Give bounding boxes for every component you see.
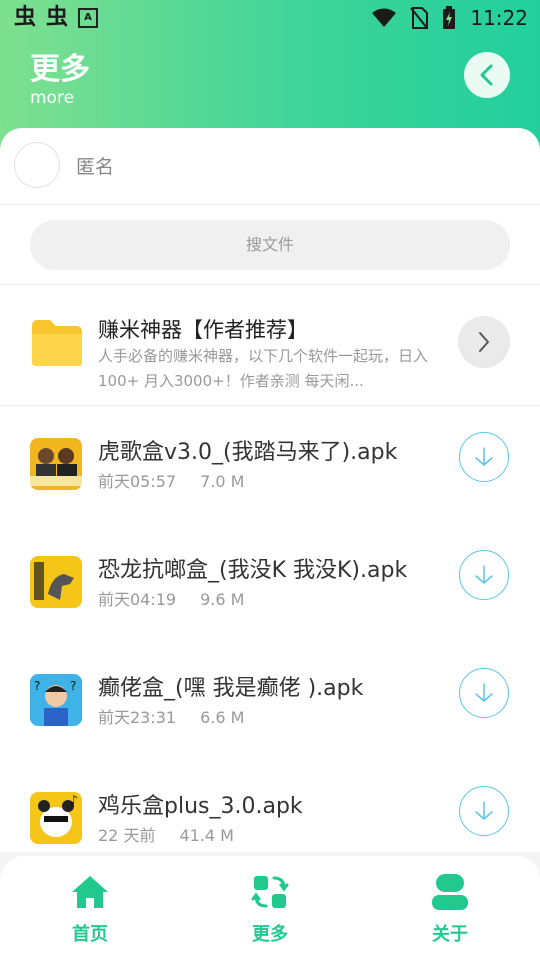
status-bar: 虫 虫 A 11:22: [0, 0, 540, 36]
file-size: 6.6 M: [200, 708, 245, 727]
tab-home[interactable]: 首页: [30, 856, 150, 960]
search-input[interactable]: 搜文件: [30, 220, 510, 270]
promo-title: 赚米神器【作者推荐】: [98, 318, 308, 342]
divider: [0, 405, 540, 406]
promo-open-button[interactable]: [458, 316, 510, 368]
status-time: 11:22: [470, 6, 528, 30]
content-card: 匿名 搜文件 赚米神器【作者推荐】 人手必备的赚米神器，以下几个软件一起玩，日入…: [0, 128, 540, 928]
file-meta: 前天23:31 6.6 M: [98, 704, 244, 728]
page-title: 更多: [30, 52, 90, 87]
file-size: 7.0 M: [200, 472, 245, 491]
app-thumbnail-icon: ♪: [30, 792, 82, 844]
file-meta: 前天04:19 9.6 M: [98, 586, 244, 610]
tab-label: 关于: [432, 924, 468, 945]
home-icon: [72, 876, 108, 908]
tab-label: 更多: [252, 924, 288, 945]
file-item[interactable]: 恐龙抗啷盒_(我没K 我没K).apk 前天04:19 9.6 M: [0, 550, 540, 670]
file-name: 恐龙抗啷盒_(我没K 我没K).apk: [98, 558, 408, 583]
username: 匿名: [76, 156, 115, 178]
user-row[interactable]: 匿名: [0, 128, 540, 205]
no-sim-icon: [410, 7, 429, 29]
a-badge-icon: A: [78, 8, 99, 28]
download-button[interactable]: [459, 432, 509, 482]
back-button[interactable]: [464, 52, 510, 98]
app-notification-icon: 虫: [14, 5, 37, 30]
file-name: 鸡乐盒plus_3.0.apk: [98, 794, 303, 819]
app-thumbnail-icon: [30, 438, 82, 490]
file-item[interactable]: 虎歌盒v3.0_(我踏马来了).apk 前天05:57 7.0 M: [0, 432, 540, 552]
svg-text:?: ?: [70, 679, 76, 693]
file-time: 前天05:57: [98, 472, 177, 491]
file-time: 前天23:31: [98, 708, 177, 727]
download-icon: [475, 565, 493, 584]
svg-text:?: ?: [34, 679, 40, 693]
app-notification-icon: 虫: [46, 5, 69, 30]
file-time: 22 天前: [98, 826, 156, 845]
promo-description: 人手必备的赚米神器，以下几个软件一起玩，日入100+ 月入3000+！作者亲测 …: [98, 347, 429, 390]
divider: [0, 284, 540, 285]
download-button[interactable]: [459, 668, 509, 718]
file-size: 9.6 M: [200, 590, 245, 609]
download-button[interactable]: [459, 550, 509, 600]
app-thumbnail-icon: [30, 556, 82, 608]
file-name: 虎歌盒v3.0_(我踏马来了).apk: [98, 440, 398, 465]
person-icon: [432, 874, 468, 910]
bottom-tab-bar: 首页 更多 关于: [0, 856, 540, 960]
page-subtitle: more: [30, 88, 75, 108]
file-name: 癫佬盒_(嘿 我是癫佬 ).apk: [98, 676, 364, 701]
chevron-right-icon: [479, 332, 489, 352]
file-meta: 前天05:57 7.0 M: [98, 468, 244, 492]
download-icon: [475, 801, 493, 820]
tab-more[interactable]: 更多: [210, 856, 330, 960]
refresh-grid-icon: [251, 876, 289, 908]
svg-text:♪: ♪: [70, 793, 78, 807]
file-meta: 22 天前 41.4 M: [98, 822, 234, 846]
folder-icon: [32, 320, 82, 366]
avatar[interactable]: [14, 142, 60, 188]
download-icon: [475, 447, 493, 466]
promo-item[interactable]: 赚米神器【作者推荐】 人手必备的赚米神器，以下几个软件一起玩，日入100+ 月入…: [0, 292, 540, 404]
chevron-left-icon: [480, 64, 493, 86]
wifi-icon: [372, 8, 397, 27]
file-item[interactable]: ? ? 癫佬盒_(嘿 我是癫佬 ).apk 前天23:31 6.6 M: [0, 668, 540, 788]
file-time: 前天04:19: [98, 590, 177, 609]
download-button[interactable]: [459, 786, 509, 836]
file-size: 41.4 M: [179, 826, 234, 845]
download-icon: [475, 683, 493, 702]
tab-about[interactable]: 关于: [390, 856, 510, 960]
app-thumbnail-icon: ? ?: [30, 674, 82, 726]
battery-charging-icon: [443, 6, 456, 29]
tab-label: 首页: [72, 924, 108, 945]
